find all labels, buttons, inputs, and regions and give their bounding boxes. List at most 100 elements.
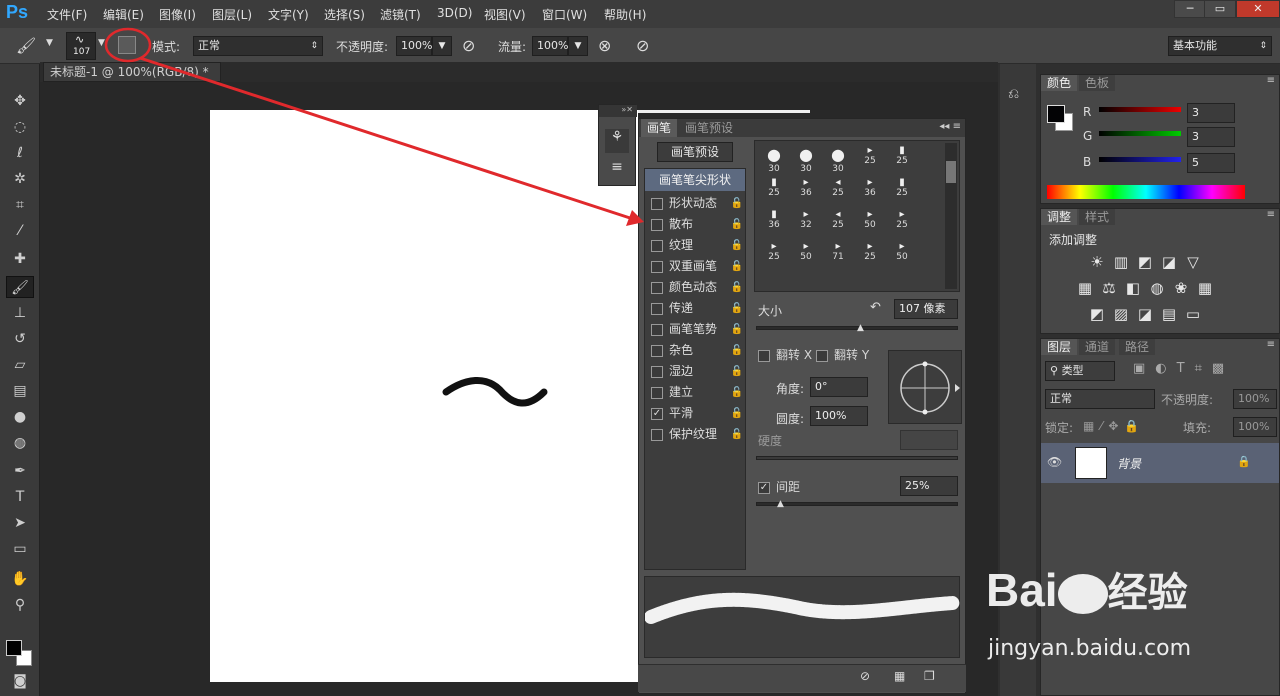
brush-tip-preset[interactable]: ▸ 25 xyxy=(759,241,789,262)
checkbox[interactable] xyxy=(651,344,663,357)
brush-tip-preset[interactable]: ▸ 25 xyxy=(855,241,885,262)
opacity-dropdown-icon[interactable]: ▼ xyxy=(432,36,452,56)
spacing-checkbox[interactable]: ✓ 间距 xyxy=(758,478,800,495)
gradient-map-icon[interactable]: ▤ xyxy=(1159,305,1179,323)
menu-image[interactable]: 图像(I) xyxy=(159,6,196,23)
brush-tip-preset[interactable]: ◂ 25 xyxy=(823,209,853,230)
g-slider[interactable] xyxy=(1099,131,1181,136)
brush-setting-item[interactable]: 颜色动态 🔓 xyxy=(651,277,747,298)
airbrush-icon[interactable]: ⊗ xyxy=(598,36,611,55)
brush-panel-toggle-icon[interactable]: ⚘ xyxy=(605,129,629,153)
layer-fill-input[interactable]: 100% xyxy=(1233,417,1277,437)
menu-type[interactable]: 文字(Y) xyxy=(268,6,309,23)
brush-tip-preset[interactable]: ▸ 32 xyxy=(791,209,821,230)
pressure-opacity-icon[interactable]: ⊘ xyxy=(462,36,475,55)
lock-icon[interactable]: 🔓 xyxy=(731,424,743,445)
brush-tip-preset[interactable]: ▮ 36 xyxy=(759,209,789,230)
tab-paths[interactable]: 路径 xyxy=(1119,339,1156,355)
color-spectrum[interactable] xyxy=(1047,185,1245,199)
brush-tool-icon[interactable]: 🖌 xyxy=(6,276,34,298)
brush-preset-picker[interactable]: ∿ 107 xyxy=(66,32,96,60)
posterize-icon[interactable]: ▨ xyxy=(1111,305,1131,323)
checkbox[interactable] xyxy=(651,197,663,210)
panel-menu-icon[interactable]: ≡ xyxy=(1267,209,1275,220)
close-button[interactable]: ✕ xyxy=(1236,0,1280,18)
lock-icons[interactable]: ▦⁄✥🔒 xyxy=(1083,419,1145,433)
mode-select[interactable]: 正常 ⇕ xyxy=(193,36,323,56)
lock-icon[interactable]: 🔓 xyxy=(731,361,743,382)
tab-brush-presets[interactable]: 画笔预设 xyxy=(679,119,740,137)
shape-tool-icon[interactable]: ▭ xyxy=(6,538,34,560)
brush-setting-item[interactable]: 传递 🔓 xyxy=(651,298,747,319)
toggle-brush-panel-icon[interactable] xyxy=(118,36,136,54)
menu-3d[interactable]: 3D(D) xyxy=(437,6,472,20)
layer-filter-icons[interactable]: ▣◐T⌗▩ xyxy=(1133,361,1234,376)
lock-icon[interactable]: 🔓 xyxy=(731,319,743,340)
lock-icon[interactable]: 🔓 xyxy=(731,277,743,298)
curves-icon[interactable]: ◩ xyxy=(1135,253,1155,271)
size-input[interactable]: 107 像素 xyxy=(894,299,958,319)
lasso-tool-icon[interactable]: ℓ xyxy=(6,142,34,164)
pressure-size-icon[interactable]: ⊘ xyxy=(636,36,649,55)
minimize-button[interactable]: ─ xyxy=(1174,0,1206,18)
brush-setting-item[interactable]: ✓ 平滑 🔓 xyxy=(651,403,747,424)
checkbox[interactable] xyxy=(651,260,663,273)
menu-select[interactable]: 选择(S) xyxy=(324,6,365,23)
layer-opacity-input[interactable]: 100% xyxy=(1233,389,1277,409)
g-input[interactable]: 3 xyxy=(1187,127,1235,147)
layer-row[interactable]: 👁 背景 🔒 xyxy=(1041,443,1279,483)
brush-tip-preset[interactable]: ◂ 25 xyxy=(823,177,853,198)
brush-tip-preset[interactable]: ▸ 36 xyxy=(791,177,821,198)
lock-icon[interactable]: 🔓 xyxy=(731,193,743,214)
zoom-tool-icon[interactable]: ⚲ xyxy=(6,594,34,616)
checkbox[interactable] xyxy=(651,386,663,399)
path-select-icon[interactable]: ➤ xyxy=(6,512,34,534)
checkbox[interactable]: ✓ xyxy=(651,407,663,420)
lock-icon[interactable]: 🔓 xyxy=(731,298,743,319)
tab-layers[interactable]: 图层 xyxy=(1041,339,1078,355)
clone-stamp-icon[interactable]: ⊥ xyxy=(6,302,34,324)
vibrance-icon[interactable]: ▽ xyxy=(1183,253,1203,271)
invert-icon[interactable]: ◩ xyxy=(1087,305,1107,323)
menu-filter[interactable]: 滤镜(T) xyxy=(380,6,421,23)
grid-scrollbar[interactable] xyxy=(945,143,957,289)
blend-mode-select[interactable]: 正常 xyxy=(1045,389,1155,409)
slider-thumb-icon[interactable]: ▲ xyxy=(777,499,784,509)
brightness-icon[interactable]: ☀ xyxy=(1087,253,1107,271)
tab-brush[interactable]: 画笔 xyxy=(641,119,678,137)
r-slider[interactable] xyxy=(1099,107,1181,112)
lock-icon[interactable]: 🔓 xyxy=(731,382,743,403)
eyedropper-icon[interactable]: ⁄ xyxy=(6,220,34,242)
menu-help[interactable]: 帮助(H) xyxy=(604,6,646,23)
healing-brush-icon[interactable]: ✚ xyxy=(6,248,34,270)
visibility-eye-icon[interactable]: 👁 xyxy=(1047,455,1062,469)
threshold-icon[interactable]: ◪ xyxy=(1135,305,1155,323)
brush-tip-preset[interactable]: ▸ 50 xyxy=(791,241,821,262)
grid-view-icon[interactable]: ▦ xyxy=(894,669,905,683)
type-tool-icon[interactable]: T xyxy=(6,486,34,508)
brush-tip-preset[interactable]: ▸ 25 xyxy=(855,145,885,166)
lock-icon[interactable]: 🔓 xyxy=(731,256,743,277)
b-input[interactable]: 5 xyxy=(1187,153,1235,173)
flow-input[interactable]: 100% xyxy=(532,36,568,56)
brush-tool-icon[interactable]: 🖌 xyxy=(16,36,36,55)
menu-layer[interactable]: 图层(L) xyxy=(212,6,252,23)
workspace-select[interactable]: 基本功能 ⇕ xyxy=(1168,36,1272,56)
tab-styles[interactable]: 样式 xyxy=(1079,209,1116,225)
history-brush-icon[interactable]: ↺ xyxy=(6,328,34,350)
blur-tool-icon[interactable]: ● xyxy=(6,406,34,428)
channel-mixer-icon[interactable]: ❀ xyxy=(1171,279,1191,297)
color-balance-icon[interactable]: ⚖ xyxy=(1099,279,1119,297)
color-lookup-icon[interactable]: ▦ xyxy=(1195,279,1215,297)
brush-setting-item[interactable]: 画笔笔势 🔓 xyxy=(651,319,747,340)
quick-mask-icon[interactable]: ◙ xyxy=(6,670,34,692)
brush-tip-preset[interactable]: ▸ 71 xyxy=(823,241,853,262)
roundness-input[interactable]: 100% xyxy=(810,406,868,426)
move-tool-icon[interactable]: ✥ xyxy=(6,90,34,112)
tab-channels[interactable]: 通道 xyxy=(1079,339,1116,355)
dodge-tool-icon[interactable]: ◍ xyxy=(6,432,34,454)
brush-setting-item[interactable]: 杂色 🔓 xyxy=(651,340,747,361)
checkbox[interactable] xyxy=(651,218,663,231)
brush-setting-item[interactable]: 建立 🔓 xyxy=(651,382,747,403)
flow-dropdown-icon[interactable]: ▼ xyxy=(568,36,588,56)
